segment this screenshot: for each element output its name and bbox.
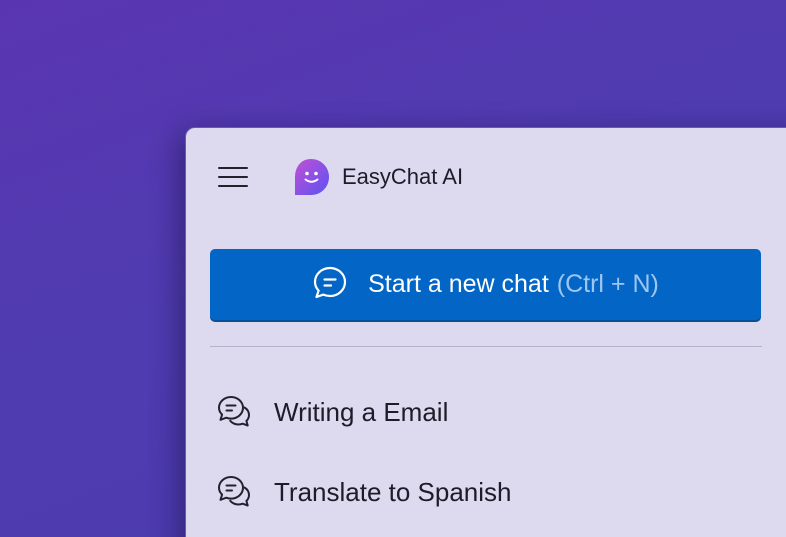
easychat-logo-icon bbox=[295, 159, 329, 195]
history-item-writing-email[interactable]: Writing a Email bbox=[216, 392, 756, 432]
divider bbox=[210, 346, 762, 347]
app-window: EasyChat AI Start a new chat (Ctrl + N) … bbox=[185, 127, 786, 537]
history-item-label: Writing a Email bbox=[274, 396, 449, 427]
menu-bar bbox=[218, 167, 248, 169]
history-item-label: Translate to Spanish bbox=[274, 476, 512, 507]
conversation-icon bbox=[218, 476, 250, 507]
new-chat-label: Start a new chat bbox=[368, 270, 549, 298]
new-chat-shortcut: (Ctrl + N) bbox=[556, 270, 659, 298]
menu-bar bbox=[218, 176, 248, 178]
new-chat-button[interactable]: Start a new chat (Ctrl + N) bbox=[210, 249, 761, 320]
menu-bar bbox=[218, 185, 248, 187]
chat-bubble-icon bbox=[314, 266, 347, 298]
history-item-translate-spanish[interactable]: Translate to Spanish bbox=[216, 472, 756, 512]
hamburger-menu-icon[interactable] bbox=[218, 165, 250, 189]
conversation-icon bbox=[218, 396, 250, 427]
app-title: EasyChat AI bbox=[342, 164, 464, 189]
app-header: EasyChat AI bbox=[186, 128, 786, 228]
